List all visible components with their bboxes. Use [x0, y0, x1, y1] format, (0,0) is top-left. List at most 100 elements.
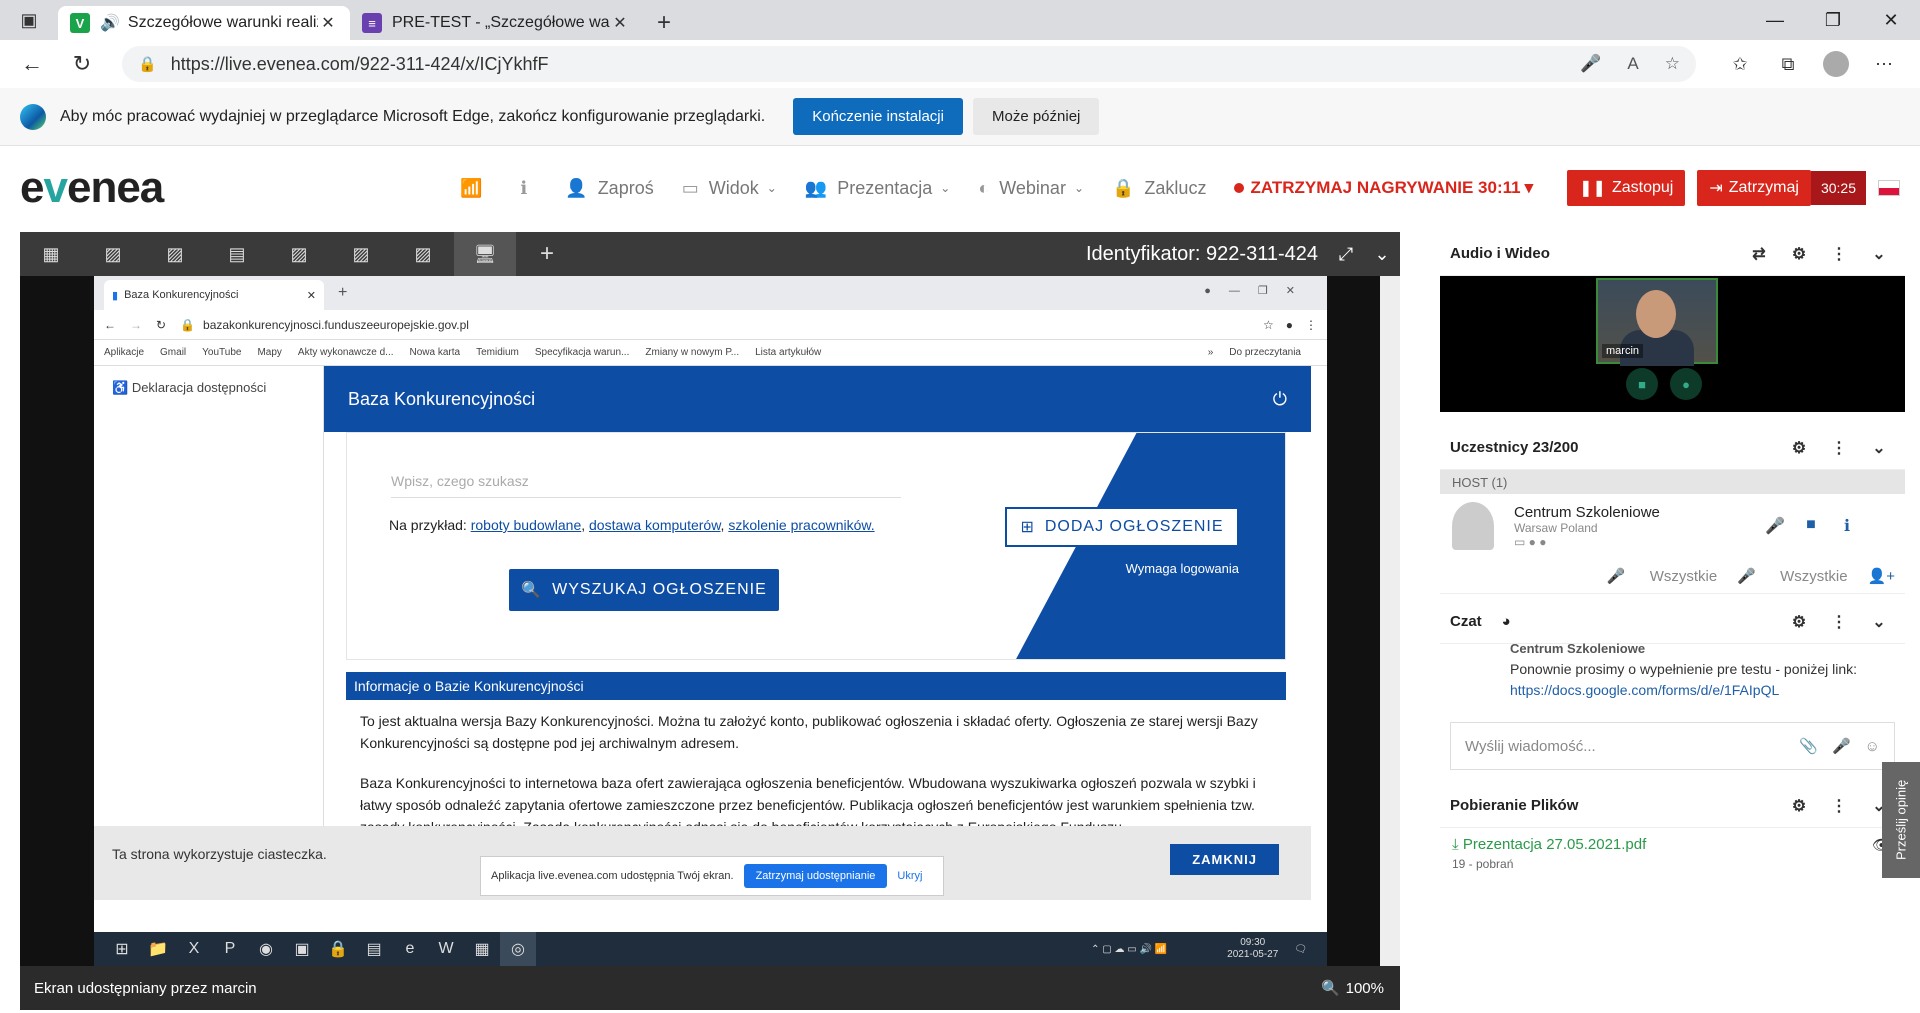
microphone-icon[interactable]: 🎤: [1832, 737, 1851, 755]
poland-flag-icon[interactable]: [1878, 180, 1901, 196]
stop-sharing-button[interactable]: Zatrzymaj udostępnianie: [743, 864, 888, 888]
browser-tab-active[interactable]: V 🔊 Szczegółowe warunki realiz ✕: [58, 6, 350, 40]
participant-video[interactable]: marcin: [1596, 278, 1718, 366]
stop-session-button[interactable]: ⇥ Zatrzymaj: [1697, 170, 1811, 206]
view-menu[interactable]: ▭ Widok ⌄: [682, 178, 777, 199]
new-tab-icon[interactable]: +: [338, 284, 347, 302]
cookie-close-button[interactable]: ZAMKNIJ: [1170, 844, 1279, 875]
add-participant-icon[interactable]: 👤+: [1868, 567, 1895, 585]
camera-icon[interactable]: ■: [1626, 368, 1658, 400]
maximize-icon[interactable]: ❐: [1804, 0, 1862, 40]
chevron-down-icon[interactable]: ⌄: [1859, 612, 1899, 632]
image-slide-icon[interactable]: ▨: [330, 232, 392, 276]
lock-menu[interactable]: 🔒 Zaklucz: [1112, 178, 1206, 199]
maybe-later-button[interactable]: Może później: [972, 98, 1100, 135]
add-favorite-icon[interactable]: ☆: [1665, 54, 1680, 74]
accessibility-link[interactable]: Deklaracja dostępności: [132, 380, 266, 395]
more-vert-icon[interactable]: ⋮: [1819, 796, 1859, 816]
presentation-menu[interactable]: 👥 Prezentacja ⌄: [805, 178, 951, 199]
back-icon[interactable]: ←: [12, 46, 52, 82]
app-icon[interactable]: ▣: [284, 932, 320, 966]
unmute-all-button[interactable]: 🎤 Wszystkie: [1737, 567, 1847, 585]
inner-tab[interactable]: ▮ Baza Konkurencyjności ✕: [104, 280, 324, 310]
microphone-icon[interactable]: 🎤: [1757, 516, 1793, 536]
emoji-icon[interactable]: ☺: [1865, 738, 1880, 755]
chrome-icon[interactable]: ◎: [500, 932, 536, 966]
favorites-icon[interactable]: ✩: [1716, 54, 1764, 75]
info-icon[interactable]: ℹ: [1829, 516, 1865, 536]
minimize-icon[interactable]: —: [1746, 0, 1804, 40]
image-slide-icon[interactable]: ▨: [82, 232, 144, 276]
read-aloud-icon[interactable]: A: [1627, 54, 1638, 74]
edge-icon[interactable]: e: [392, 932, 428, 966]
zoom-control[interactable]: 🔍 100%: [1321, 979, 1384, 998]
stage-scrollbar[interactable]: [1380, 276, 1400, 966]
chevron-down-icon[interactable]: ⌄: [1364, 232, 1400, 276]
settings-icon[interactable]: ⚙: [1779, 438, 1819, 458]
search-listing-button[interactable]: 🔍 WYSZUKAJ OGŁOSZENIE: [509, 569, 779, 611]
url-text[interactable]: https://live.evenea.com/922-311-424/x/IC…: [171, 54, 1555, 75]
webinar-menu[interactable]: ◐ Webinar ⌄: [978, 178, 1084, 199]
refresh-icon[interactable]: ↻: [62, 46, 102, 82]
lock-app-icon[interactable]: 🔒: [320, 932, 356, 966]
camera-icon[interactable]: ■: [1793, 516, 1829, 536]
add-listing-button[interactable]: ⊞ DODAJ OGŁOSZENIE: [1005, 507, 1239, 547]
invite-menu[interactable]: 👤 Zaproś: [565, 178, 653, 199]
download-icon[interactable]: ⤓: [1452, 836, 1459, 853]
screen-share-slide-icon[interactable]: 🖥: [454, 232, 516, 276]
settings-icon[interactable]: ⚙: [1779, 796, 1819, 816]
calculator-icon[interactable]: ▦: [464, 932, 500, 966]
settings-icon[interactable]: ⚙: [1779, 244, 1819, 264]
new-tab-button[interactable]: +: [642, 6, 686, 40]
word-icon[interactable]: W: [428, 932, 464, 966]
powerpoint-slide-icon[interactable]: ▦: [20, 232, 82, 276]
app-icon[interactable]: ▤: [356, 932, 392, 966]
settings-icon[interactable]: ⚙: [1779, 612, 1819, 632]
tab-actions-icon[interactable]: ▣: [0, 0, 58, 40]
powerpoint-icon[interactable]: P: [212, 932, 248, 966]
chevron-down-icon[interactable]: ⌄: [1859, 438, 1899, 458]
more-vert-icon[interactable]: ⋮: [1819, 612, 1859, 632]
microphone-icon[interactable]: ●: [1670, 368, 1702, 400]
close-tab-icon[interactable]: ✕: [318, 13, 338, 33]
chat-link[interactable]: https://docs.google.com/forms/d/e/1FAIpQ…: [1510, 682, 1779, 698]
more-icon[interactable]: ⋯: [1860, 54, 1908, 75]
finish-setup-button[interactable]: Kończenie instalacji: [793, 98, 963, 135]
speaker-icon[interactable]: 🔊: [100, 13, 120, 33]
search-input[interactable]: Wpisz, czego szukasz: [391, 473, 901, 498]
add-slide-icon[interactable]: +: [516, 232, 578, 276]
chevron-down-icon[interactable]: ⌄: [1859, 244, 1899, 264]
file-item[interactable]: ⤓ Prezentacja 27.05.2021.pdf 👁 19 - pobr…: [1440, 828, 1905, 879]
info-icon[interactable]: ℹ: [520, 178, 537, 199]
image-slide-icon[interactable]: ▨: [144, 232, 206, 276]
power-icon[interactable]: ⏻: [1273, 389, 1287, 410]
attach-icon[interactable]: 📎: [1799, 737, 1818, 755]
lock-icon[interactable]: 🔒: [138, 55, 157, 73]
file-link[interactable]: Prezentacja 27.05.2021.pdf: [1463, 836, 1646, 853]
file-explorer-icon[interactable]: 📁: [140, 932, 176, 966]
example-link[interactable]: dostawa komputerów: [589, 517, 721, 533]
feedback-tab[interactable]: Prześlij opinię: [1882, 762, 1920, 878]
notifications-icon[interactable]: 🗨: [1294, 944, 1307, 955]
address-bar[interactable]: 🔒 https://live.evenea.com/922-311-424/x/…: [122, 46, 1696, 82]
emoji-sticker-icon[interactable]: ◕: [1502, 613, 1511, 630]
chat-input[interactable]: Wyślij wiadomość... 📎 🎤 ☺: [1450, 722, 1895, 770]
pause-button[interactable]: ❚❚ Zastopuj: [1567, 170, 1686, 206]
microphone-icon[interactable]: 🎤: [1580, 54, 1601, 74]
fullscreen-icon[interactable]: ⤢: [1328, 232, 1364, 276]
start-icon[interactable]: ⊞: [104, 932, 140, 966]
excel-icon[interactable]: X: [176, 932, 212, 966]
close-window-icon[interactable]: ✕: [1862, 0, 1920, 40]
mute-all-button[interactable]: 🎤 Wszystkie: [1607, 567, 1717, 585]
inner-address-bar[interactable]: ← → ↻ 🔒 bazakonkurencyjnosci.funduszeeur…: [94, 310, 1327, 340]
example-link[interactable]: roboty budowlane: [471, 517, 582, 533]
swap-icon[interactable]: ⇄: [1739, 244, 1779, 264]
word-slide-icon[interactable]: ▤: [206, 232, 268, 276]
participant-row[interactable]: Centrum Szkoleniowe Warsaw Poland ▭ ● ● …: [1440, 494, 1905, 558]
stop-recording-button[interactable]: ZATRZYMAJ NAGRYWANIE 30:11 ▾: [1234, 178, 1533, 198]
close-tab-icon[interactable]: ✕: [610, 13, 630, 33]
image-slide-icon[interactable]: ▨: [268, 232, 330, 276]
hide-notice-button[interactable]: Ukryj: [897, 870, 922, 882]
more-vert-icon[interactable]: ⋮: [1819, 244, 1859, 264]
profile-avatar[interactable]: [1812, 51, 1860, 77]
